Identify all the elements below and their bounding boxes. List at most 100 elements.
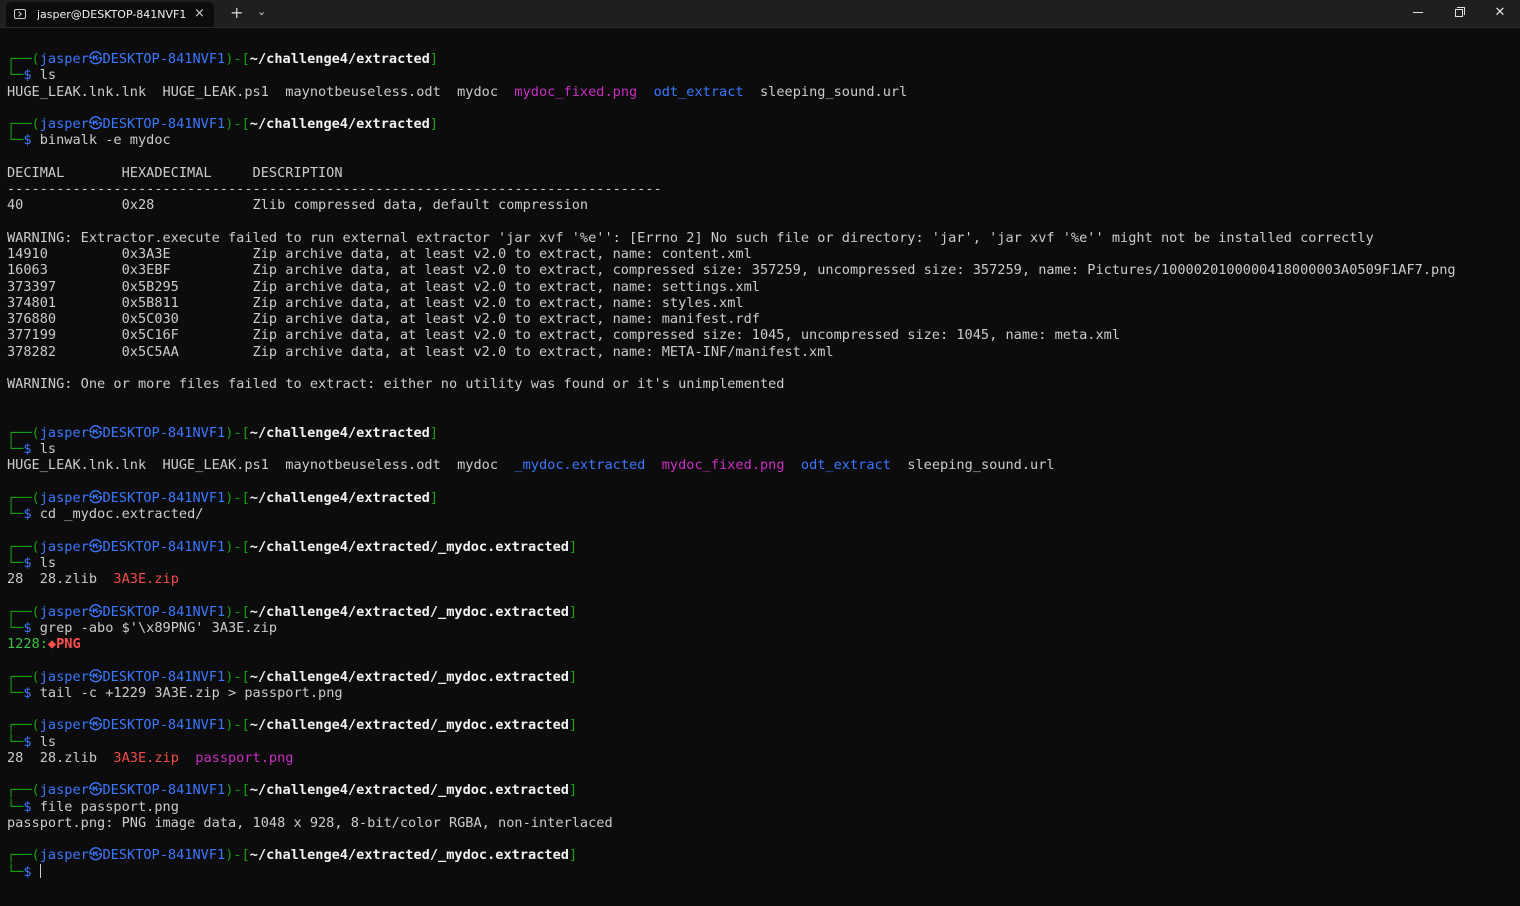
prompt-separator: )-[ (225, 717, 250, 734)
prompt-corner-bottom: └─ (7, 798, 24, 815)
output-text: 376880 0x5C030 Zip archive data, at leas… (7, 311, 760, 327)
prompt-at: ㉿ (88, 782, 103, 799)
prompt-user: jasper (39, 717, 89, 734)
prompt-corner: ┌──( (7, 489, 40, 506)
prompt-corner: ┌──( (7, 668, 40, 685)
restore-button[interactable] (1439, 2, 1479, 24)
chevron-down-icon[interactable]: ⌄ (257, 5, 266, 18)
prompt-corner-bottom: └─ (7, 506, 24, 522)
output-line: WARNING: Extractor.execute failed to run… (7, 230, 1515, 246)
image-file-name: passport.png (195, 749, 294, 766)
prompt-dollar: $ (23, 506, 40, 522)
prompt-dollar: $ (23, 798, 40, 815)
output-text: 378282 0x5C5AA Zip archive data, at leas… (7, 343, 834, 360)
terminal-output[interactable]: ┌──(jasper㉿DESKTOP-841NVF1)-[~/challenge… (7, 51, 1515, 901)
output-text: ----------------------------------------… (7, 181, 662, 197)
output-text: WARNING: One or more files failed to ext… (7, 376, 785, 392)
output-text: HUGE_LEAK.lnk.lnk HUGE_LEAK.ps1 maynotbe… (7, 83, 515, 100)
prompt-user: jasper (39, 603, 89, 620)
prompt-bracket: ] (568, 782, 578, 799)
directory-name: odt_extract (653, 83, 744, 100)
output-line: 378282 0x5C5AA Zip archive data, at leas… (7, 344, 1515, 360)
close-window-button[interactable]: ✕ (1480, 2, 1520, 24)
prompt-at: ㉿ (88, 668, 103, 685)
command-text: tail -c +1229 3A3E.zip > passport.png (39, 684, 343, 701)
prompt-dollar: $ (23, 733, 40, 750)
prompt-bracket: ] (429, 424, 439, 441)
output-line: 376880 0x5C030 Zip archive data, at leas… (7, 311, 1515, 327)
prompt-separator: )-[ (225, 116, 250, 132)
prompt-line: ┌──(jasper㉿DESKTOP-841NVF1)-[~/challenge… (7, 490, 1515, 506)
prompt-line: ┌──(jasper㉿DESKTOP-841NVF1)-[~/challenge… (7, 782, 1515, 798)
new-tab-button[interactable]: + (230, 3, 243, 22)
match-text: ◆PNG (47, 636, 81, 652)
prompt-host: DESKTOP-841NVF1 (102, 424, 226, 441)
prompt-path: ~/challenge4/extracted (249, 51, 430, 67)
tab-close-icon[interactable]: × (194, 6, 205, 21)
prompt-corner-bottom: └─ (7, 619, 24, 636)
prompt-dollar: $ (23, 684, 40, 701)
terminal-tab[interactable]: jasper@DESKTOP-841NVF1: ~/ × (6, 2, 214, 27)
match-offset: 1228: (7, 636, 48, 652)
minimize-button[interactable] (1398, 2, 1438, 24)
prompt-separator: )-[ (225, 538, 250, 555)
prompt-corner-bottom: └─ (7, 132, 24, 149)
command-line: └─$ (7, 863, 1515, 880)
prompt-path: ~/challenge4/extracted (249, 424, 430, 441)
prompt-dollar: $ (23, 619, 40, 636)
directory-name: _mydoc.extracted (514, 457, 646, 474)
output-text: passport.png: PNG image data, 1048 x 928… (7, 814, 613, 831)
output-line: 373397 0x5B295 Zip archive data, at leas… (7, 279, 1515, 295)
prompt-path: ~/challenge4/extracted/_mydoc.extracted (249, 603, 569, 620)
tab-title: jasper@DESKTOP-841NVF1: ~/ (37, 8, 187, 21)
output-text: WARNING: Extractor.execute failed to run… (7, 229, 1374, 246)
command-text: file passport.png (39, 798, 179, 815)
command-text: ls (39, 67, 57, 84)
prompt-at: ㉿ (88, 51, 103, 67)
prompt-at: ㉿ (88, 424, 103, 441)
output-line: WARNING: One or more files failed to ext… (7, 376, 1515, 392)
prompt-bracket: ] (429, 51, 439, 67)
prompt-path: ~/challenge4/extracted (249, 116, 430, 132)
prompt-user: jasper (39, 668, 89, 685)
prompt-at: ㉿ (88, 116, 103, 132)
prompt-corner: ┌──( (7, 538, 40, 555)
terminal-icon (14, 9, 26, 19)
prompt-bracket: ] (568, 847, 578, 864)
prompt-user: jasper (39, 489, 89, 506)
prompt-corner-bottom: └─ (7, 684, 24, 701)
output-line: 374801 0x5B811 Zip archive data, at leas… (7, 295, 1515, 311)
command-line: └─$ cd _mydoc.extracted/ (7, 506, 1515, 522)
prompt-line: ┌──(jasper㉿DESKTOP-841NVF1)-[~/challenge… (7, 604, 1515, 620)
output-text: DECIMAL HEXADECIMAL DESCRIPTION (7, 164, 343, 181)
archive-file-name: 3A3E.zip (113, 749, 179, 766)
output-line: 14910 0x3A3E Zip archive data, at least … (7, 246, 1515, 262)
output-text: HUGE_LEAK.lnk.lnk HUGE_LEAK.ps1 maynotbe… (7, 457, 515, 474)
prompt-dollar: $ (23, 554, 40, 571)
output-line: ----------------------------------------… (7, 181, 1515, 197)
prompt-path: ~/challenge4/extracted (249, 489, 430, 506)
prompt-line: ┌──(jasper㉿DESKTOP-841NVF1)-[~/challenge… (7, 116, 1515, 132)
prompt-dollar: $ (23, 441, 40, 457)
prompt-line: ┌──(jasper㉿DESKTOP-841NVF1)-[~/challenge… (7, 669, 1515, 685)
output-line: 377199 0x5C16F Zip archive data, at leas… (7, 327, 1515, 343)
prompt-bracket: ] (568, 717, 578, 734)
prompt-corner-bottom: └─ (7, 67, 24, 84)
title-bar: jasper@DESKTOP-841NVF1: ~/ × + ⌄ ✕ (0, 0, 1520, 28)
prompt-corner-bottom: └─ (7, 733, 24, 750)
command-line: └─$ tail -c +1229 3A3E.zip > passport.pn… (7, 685, 1515, 701)
command-line: └─$ binwalk -e mydoc (7, 132, 1515, 148)
output-line: 40 0x28 Zlib compressed data, default co… (7, 197, 1515, 213)
output-text: 40 0x28 Zlib compressed data, default co… (7, 197, 589, 214)
restore-icon (1455, 6, 1465, 17)
prompt-bracket: ] (568, 538, 578, 555)
command-text: ls (39, 554, 57, 571)
